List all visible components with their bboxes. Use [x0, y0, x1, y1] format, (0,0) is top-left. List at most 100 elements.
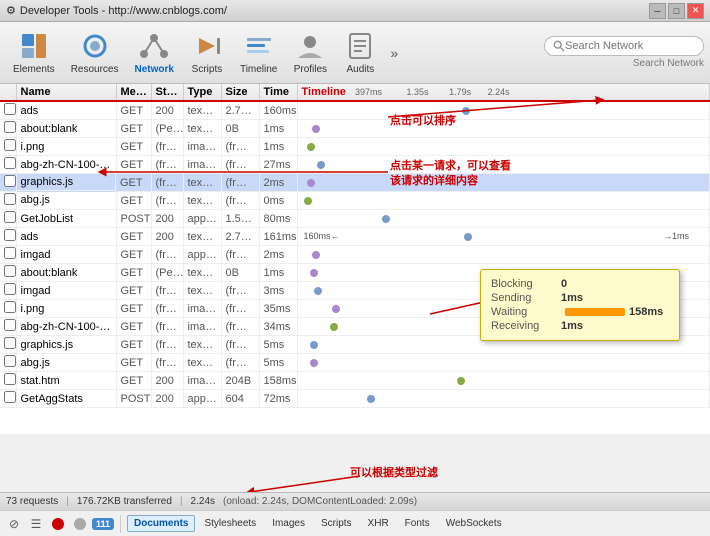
filter-clear-button[interactable]: ⊘: [4, 514, 24, 534]
profiles-button[interactable]: Profiles: [286, 25, 334, 80]
table-row[interactable]: abg.jsGET(fr…tex…(fr…5ms: [0, 354, 710, 372]
maximize-button[interactable]: □: [668, 3, 685, 19]
row-method: GET: [116, 264, 151, 282]
resources-button[interactable]: Resources: [64, 25, 126, 80]
row-checkbox[interactable]: [4, 139, 16, 151]
type-col-header[interactable]: Type: [183, 84, 221, 101]
table-row[interactable]: GetJobListPOST200app…1.5…80ms: [0, 210, 710, 228]
audits-icon: [344, 30, 376, 62]
filter-list-button[interactable]: ☰: [26, 514, 46, 534]
main-area: Name Me… St… Type Size Time Timeline 397…: [0, 84, 710, 492]
row-name: about:blank: [16, 120, 116, 138]
elements-button[interactable]: Elements: [6, 25, 62, 80]
stop-button[interactable]: [70, 514, 90, 534]
row-timeline: [297, 174, 710, 192]
table-row[interactable]: GetAggStatsPOST200app…60472ms: [0, 390, 710, 408]
tooltip-receiving-row: Receiving 1ms: [491, 320, 669, 332]
audits-label: Audits: [346, 64, 374, 75]
row-checkbox[interactable]: [4, 265, 16, 277]
scripts-button[interactable]: Scripts: [183, 25, 231, 80]
table-row[interactable]: graphics.jsGET(fr…tex…(fr…2ms: [0, 174, 710, 192]
row-status: 200: [151, 210, 183, 228]
row-method: GET: [116, 120, 151, 138]
row-checkbox[interactable]: [4, 121, 16, 133]
row-checkbox[interactable]: [4, 373, 16, 385]
table-row[interactable]: adsGET200tex…2.7…160ms: [0, 102, 710, 120]
size-col-header[interactable]: Size: [221, 84, 259, 101]
row-checkbox[interactable]: [4, 301, 16, 313]
table-row[interactable]: imgadGET(fr…app…(fr…2ms: [0, 246, 710, 264]
title-bar: ⚙ Developer Tools - http://www.cnblogs.c…: [0, 0, 710, 22]
transferred-size: 176.72KB transferred: [77, 496, 172, 507]
tooltip-sending-label: Sending: [491, 292, 561, 304]
row-method: GET: [116, 282, 151, 300]
network-button[interactable]: Network: [128, 25, 181, 80]
record-button[interactable]: [48, 514, 68, 534]
row-timeline: [297, 120, 710, 138]
search-input[interactable]: [565, 40, 695, 52]
minimize-button[interactable]: ─: [649, 3, 666, 19]
main-toolbar: Elements Resources Network Script: [0, 22, 710, 84]
elements-icon: [18, 30, 50, 62]
row-checkbox[interactable]: [4, 337, 16, 349]
row-checkbox[interactable]: [4, 103, 16, 115]
table-row[interactable]: i.pngGET(fr…ima…(fr…1ms: [0, 138, 710, 156]
status-col-header[interactable]: St…: [151, 84, 183, 101]
row-timeline: [297, 156, 710, 174]
row-type: app…: [183, 246, 221, 264]
time-col-header[interactable]: Time: [259, 84, 297, 101]
row-name: imgad: [16, 246, 116, 264]
row-time: 1ms: [259, 120, 297, 138]
table-row[interactable]: stat.htmGET200ima…204B158ms: [0, 372, 710, 390]
row-checkbox[interactable]: [4, 193, 16, 205]
method-col-header[interactable]: Me…: [116, 84, 151, 101]
table-row[interactable]: abg-zh-CN-100-…GET(fr…ima…(fr…27ms: [0, 156, 710, 174]
app-icon: ⚙: [6, 4, 16, 17]
row-size: (fr…: [221, 336, 259, 354]
row-checkbox[interactable]: [4, 247, 16, 259]
tooltip-blocking-row: Blocking 0: [491, 278, 669, 290]
row-checkbox[interactable]: [4, 391, 16, 403]
filter-scripts-button[interactable]: Scripts: [314, 515, 359, 532]
row-type: ima…: [183, 372, 221, 390]
row-type: ima…: [183, 156, 221, 174]
timeline-button[interactable]: Timeline: [233, 25, 284, 80]
row-checkbox[interactable]: [4, 157, 16, 169]
scripts-label: Scripts: [192, 64, 223, 75]
filter-stylesheets-button[interactable]: Stylesheets: [197, 515, 263, 532]
filter-fonts-button[interactable]: Fonts: [398, 515, 437, 532]
name-col-header[interactable]: Name: [16, 84, 116, 101]
row-timeline: [297, 372, 710, 390]
request-badge: 111: [92, 518, 114, 530]
close-button[interactable]: ✕: [687, 3, 704, 19]
table-row[interactable]: adsGET200tex…2.7…161ms 160ms← →1ms: [0, 228, 710, 246]
window-controls: ─ □ ✕: [649, 3, 704, 19]
row-name: stat.htm: [16, 372, 116, 390]
search-input-wrap[interactable]: [544, 36, 704, 56]
audits-button[interactable]: Audits: [336, 25, 384, 80]
row-type: tex…: [183, 228, 221, 246]
row-checkbox[interactable]: [4, 319, 16, 331]
table-row[interactable]: about:blankGET(Pe…tex…0B1ms: [0, 120, 710, 138]
row-method: GET: [116, 372, 151, 390]
row-checkbox[interactable]: [4, 283, 16, 295]
table-row[interactable]: abg.jsGET(fr…tex…(fr…0ms: [0, 192, 710, 210]
filter-documents-button[interactable]: Documents: [127, 515, 195, 532]
network-table-header: Name Me… St… Type Size Time Timeline 397…: [0, 84, 710, 102]
row-time: 5ms: [259, 336, 297, 354]
row-timeline: [297, 210, 710, 228]
row-method: GET: [116, 192, 151, 210]
row-checkbox[interactable]: [4, 355, 16, 367]
filter-xhr-button[interactable]: XHR: [361, 515, 396, 532]
sep1: |: [66, 496, 69, 507]
row-checkbox[interactable]: [4, 175, 16, 187]
filter-websockets-button[interactable]: WebSockets: [439, 515, 509, 532]
more-tools-button[interactable]: »: [386, 41, 402, 65]
table-body-container[interactable]: adsGET200tex…2.7…160msabout:blankGET(Pe……: [0, 102, 710, 434]
row-method: GET: [116, 354, 151, 372]
row-checkbox[interactable]: [4, 211, 16, 223]
row-checkbox[interactable]: [4, 229, 16, 241]
tooltip-sending-row: Sending 1ms: [491, 292, 669, 304]
filter-images-button[interactable]: Images: [265, 515, 312, 532]
timeline-col-header[interactable]: Timeline 397ms 1.35s 1.79s 2.24s: [297, 84, 710, 101]
